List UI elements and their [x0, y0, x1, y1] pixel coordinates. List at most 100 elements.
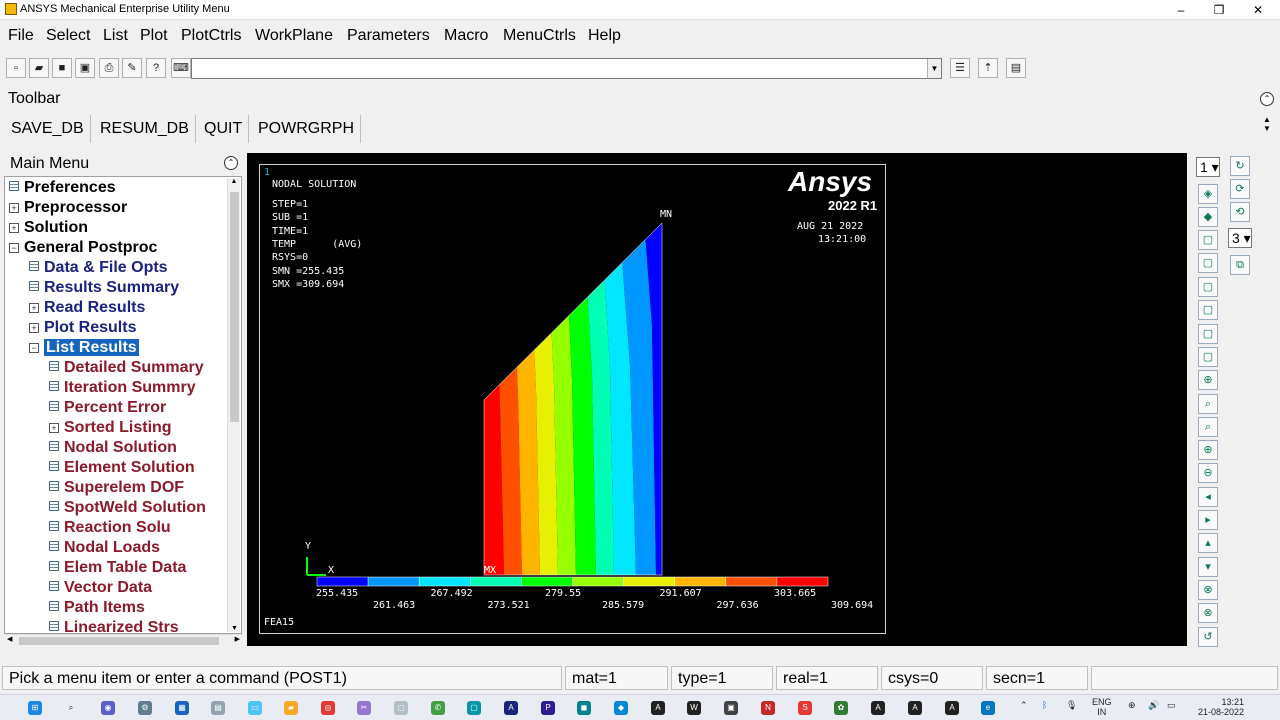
resum-db-button[interactable]: RESUM_DB	[94, 115, 196, 143]
top-view-icon[interactable]: ▢	[1198, 277, 1218, 297]
menu-item-element-solution[interactable]: Element Solution	[49, 459, 195, 479]
menu-item-preferences[interactable]: Preferences	[9, 179, 116, 199]
view-settings-icon[interactable]: ⧉	[1230, 255, 1250, 275]
toolbar-scroll-icon[interactable]: ▲ ▼	[1260, 115, 1274, 143]
edge-icon[interactable]: e	[981, 701, 995, 715]
nx-icon[interactable]: N	[761, 701, 775, 715]
new-file-icon[interactable]: ▫	[6, 58, 26, 78]
menu-item-plot-results[interactable]: + Plot Results	[29, 319, 136, 339]
raise-hidden-icon[interactable]: ⇡	[978, 58, 998, 78]
ansys-workbench-icon[interactable]: A	[871, 701, 885, 715]
scroll-thumb[interactable]	[230, 192, 239, 422]
powrgrph-button[interactable]: POWRGRPH	[252, 115, 361, 143]
front-view-icon[interactable]: ▢	[1198, 230, 1218, 250]
menu-item-percent-error[interactable]: Percent Error	[49, 399, 166, 419]
expand-icon[interactable]: +	[9, 223, 19, 233]
menu-item-superelem-dof[interactable]: Superelem DOF	[49, 479, 184, 499]
search-icon[interactable]: ⌕	[64, 701, 78, 715]
volume-icon[interactable]: 🔊	[1148, 700, 1159, 711]
menu-item-solution[interactable]: + Solution	[9, 219, 88, 239]
start-icon[interactable]: ⊞	[28, 701, 42, 715]
help-icon[interactable]: ?	[146, 58, 166, 78]
reset-picking-icon[interactable]: ▤	[1006, 58, 1026, 78]
menu-parameters[interactable]: Parameters	[347, 27, 430, 45]
whatsapp-icon[interactable]: ✆	[431, 701, 445, 715]
fit-view-icon[interactable]: ⊕	[1198, 370, 1218, 390]
rotate-z-minus-icon[interactable]: ⊗	[1198, 603, 1218, 623]
menu-item-reaction-solu[interactable]: Reaction Solu	[49, 519, 171, 539]
audition-icon[interactable]: A	[504, 701, 518, 715]
expand-icon[interactable]: +	[9, 203, 19, 213]
taskbar-app-icon[interactable]: ◼	[577, 701, 591, 715]
menu-item-read-results[interactable]: + Read Results	[29, 299, 145, 319]
hscroll-thumb[interactable]	[19, 637, 219, 645]
network-icon[interactable]: ⊕	[1128, 700, 1136, 711]
save-as-icon[interactable]: ▣	[75, 58, 95, 78]
rotate-x-icon[interactable]: ⟳	[1230, 179, 1250, 199]
back-view-icon[interactable]: ▢	[1198, 253, 1218, 273]
clock[interactable]: 13:21 21-08-2022	[1192, 697, 1244, 717]
settings-icon[interactable]: ⚙	[138, 701, 152, 715]
premiere-icon[interactable]: P	[541, 701, 555, 715]
scroll-left-icon[interactable]: ◀	[7, 635, 12, 643]
expand-icon[interactable]: +	[29, 323, 39, 333]
toolbar-collapse-icon[interactable]: ⌃	[1260, 92, 1274, 106]
pan-down-icon[interactable]: ▾	[1198, 557, 1218, 577]
minimize-button[interactable]: –	[1166, 1, 1196, 19]
bottom-view-icon[interactable]: ▢	[1198, 300, 1218, 320]
rotate-z-plus-icon[interactable]: ⊗	[1198, 580, 1218, 600]
tray-expand-icon[interactable]: ⌃	[1020, 700, 1028, 711]
box-zoom-icon[interactable]: ⌕	[1198, 417, 1218, 437]
menu-workplane[interactable]: WorkPlane	[255, 27, 333, 45]
menu-item-detailed-summary[interactable]: Detailed Summary	[49, 359, 204, 379]
quit-button[interactable]: QUIT	[198, 115, 250, 143]
ansys-taskbar-icon[interactable]: A	[651, 701, 665, 715]
scroll-right-icon[interactable]: ▶	[235, 635, 240, 643]
toolbar-edit-icon[interactable]: ☰	[950, 58, 970, 78]
zoom-icon[interactable]: ⌕	[1198, 394, 1218, 414]
close-button[interactable]: ✕	[1243, 1, 1273, 19]
menu-plot[interactable]: Plot	[140, 27, 168, 45]
save-icon[interactable]: ■	[52, 58, 72, 78]
pan-right-icon[interactable]: ▸	[1198, 510, 1218, 530]
menu-item-general-postproc[interactable]: − General Postproc	[9, 239, 157, 259]
print-icon[interactable]: ⎙	[99, 58, 119, 78]
solidworks-icon[interactable]: S	[798, 701, 812, 715]
maximize-button[interactable]: ❐	[1204, 1, 1234, 19]
menu-macro[interactable]: Macro	[444, 27, 488, 45]
chrome-icon[interactable]: ◎	[321, 701, 335, 715]
taskbar-app-icon[interactable]: ◻	[394, 701, 408, 715]
menu-item-iteration-summry[interactable]: Iteration Summry	[49, 379, 196, 399]
battery-icon[interactable]: ▭	[1167, 700, 1176, 711]
menu-select[interactable]: Select	[46, 27, 90, 45]
ansys-apdl-icon[interactable]: A	[945, 701, 959, 715]
main-menu-vertical-scrollbar[interactable]: ▲ ▼	[227, 178, 240, 632]
collapse-icon[interactable]: −	[29, 343, 39, 353]
report-icon[interactable]: ✎	[122, 58, 142, 78]
language-indicator[interactable]: ENG IN	[1092, 697, 1112, 717]
menu-item-results-summary[interactable]: Results Summary	[29, 279, 179, 299]
taskbar-app-icon[interactable]: ▭	[248, 701, 262, 715]
right-view-icon[interactable]: ▢	[1198, 347, 1218, 367]
menu-item-preprocessor[interactable]: + Preprocessor	[9, 199, 127, 219]
rotate-y-icon[interactable]: ⟲	[1230, 202, 1250, 222]
bluetooth-icon[interactable]: ᛒ	[1042, 700, 1047, 710]
taskbar-app-icon[interactable]: ▣	[724, 701, 738, 715]
view-select[interactable]: 3 ▾	[1228, 228, 1252, 248]
zoom-out-icon[interactable]: ⊖	[1198, 463, 1218, 483]
menu-item-path-items[interactable]: Path Items	[49, 599, 145, 619]
menu-item-vector-data[interactable]: Vector Data	[49, 579, 152, 599]
microphone-icon[interactable]: 🎙	[1066, 700, 1077, 711]
taskbar-app-icon[interactable]: ▢	[467, 701, 481, 715]
taskbar-app-icon[interactable]: ▤	[211, 701, 225, 715]
taskbar-app-icon[interactable]: W	[687, 701, 701, 715]
pan-left-icon[interactable]: ◂	[1198, 487, 1218, 507]
taskbar-app-icon[interactable]: ◆	[614, 701, 628, 715]
command-input[interactable]	[191, 58, 942, 79]
ansys-mechanical-icon[interactable]: A	[908, 701, 922, 715]
expand-icon[interactable]: +	[49, 423, 59, 433]
main-menu-collapse-icon[interactable]: ⌃	[224, 156, 238, 170]
menu-menuctrls[interactable]: MenuCtrls	[503, 27, 576, 45]
menu-item-nodal-solution[interactable]: Nodal Solution	[49, 439, 177, 459]
graphics-viewport[interactable]: 1 NODAL SOLUTION STEP=1 SUB =1 TIME=1 TEMP …	[259, 164, 886, 634]
